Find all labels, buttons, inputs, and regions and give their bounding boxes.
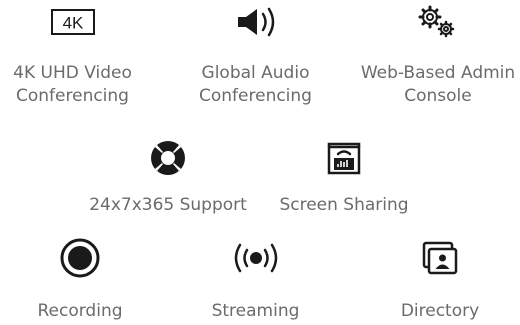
- 4k-badge-text: 4K: [62, 14, 83, 33]
- broadcast-icon: [183, 240, 328, 276]
- gears-icon: [356, 4, 520, 40]
- feature-label-line2: Console: [404, 86, 472, 106]
- record-icon: [10, 238, 150, 278]
- feature-global-audio: Global Audio Conferencing: [183, 4, 328, 108]
- feature-label: Streaming: [211, 301, 300, 321]
- feature-label-line1: 4K UHD Video: [13, 63, 132, 83]
- screen-share-icon: [270, 140, 418, 176]
- feature-label: 24x7x365 Support: [89, 195, 247, 215]
- feature-4k-uhd-video: 4K 4K UHD Video Conferencing: [0, 4, 145, 108]
- feature-support: 24x7x365 Support: [78, 140, 258, 217]
- feature-label-line2: Conferencing: [199, 86, 312, 106]
- feature-label: Directory: [400, 301, 480, 321]
- contact-card-icon: [370, 240, 510, 276]
- feature-label: Screen Sharing: [279, 195, 409, 215]
- feature-web-admin-console: Web-Based Admin Console: [356, 4, 520, 108]
- feature-label-line1: Web-Based Admin: [360, 63, 516, 83]
- speaker-icon: [183, 4, 328, 40]
- feature-label-line1: Global Audio: [201, 63, 310, 83]
- 4k-icon: 4K: [0, 4, 145, 40]
- feature-screen-sharing: Screen Sharing: [270, 140, 418, 217]
- lifebuoy-icon: [78, 140, 258, 176]
- feature-recording: Recording: [10, 238, 150, 323]
- feature-streaming: Streaming: [183, 240, 328, 323]
- feature-label-line2: Conferencing: [16, 86, 129, 106]
- feature-directory: Directory: [370, 240, 510, 323]
- feature-label: Recording: [37, 301, 123, 321]
